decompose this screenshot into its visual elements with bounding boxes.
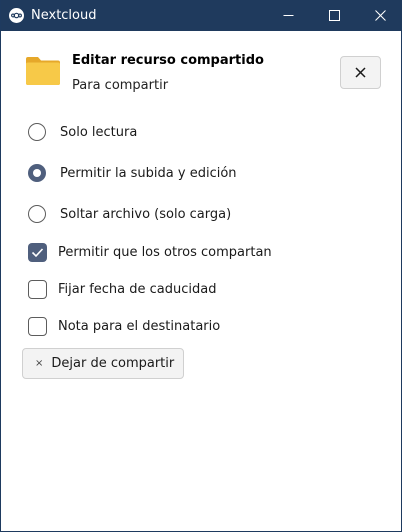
share-dialog-window: Nextcloud Editar recurso compartido Para… (0, 0, 402, 532)
dialog-title: Editar recurso compartido (72, 53, 264, 68)
allow-resharing-option[interactable]: Permitir que los otros compartan (28, 241, 272, 263)
permission-option-label: Soltar archivo (solo carga) (60, 206, 232, 222)
checkbox-label: Permitir que los otros compartan (58, 244, 272, 260)
recipient-note-option[interactable]: Nota para el destinatario (28, 315, 220, 337)
close-icon (355, 67, 366, 78)
folder-icon (25, 54, 61, 86)
nextcloud-logo-icon (9, 8, 24, 23)
radio-button[interactable] (28, 123, 46, 141)
title-bar[interactable]: Nextcloud (1, 0, 402, 31)
permission-option-upload-edit[interactable]: Permitir la subida y edición (28, 162, 237, 184)
radio-button-selected[interactable] (28, 164, 46, 182)
close-window-button[interactable] (357, 0, 402, 31)
permission-option-read-only[interactable]: Solo lectura (28, 121, 137, 143)
dialog-subtitle: Para compartir (72, 78, 169, 93)
minimize-icon (283, 15, 293, 16)
checkbox-checked[interactable] (28, 242, 47, 262)
radio-button[interactable] (28, 205, 46, 223)
maximize-button[interactable] (311, 0, 357, 31)
permission-option-label: Solo lectura (60, 124, 138, 140)
checkbox[interactable] (28, 316, 47, 336)
close-icon: × (35, 357, 44, 369)
checkbox-label: Fijar fecha de caducidad (58, 281, 217, 297)
checkbox-label: Nota para el destinatario (58, 318, 221, 334)
unshare-button-label: Dejar de compartir (51, 356, 175, 371)
minimize-button[interactable] (265, 0, 311, 31)
permission-option-file-drop[interactable]: Soltar archivo (solo carga) (28, 203, 231, 225)
checkmark-icon (31, 247, 44, 257)
dialog-close-button[interactable] (340, 56, 381, 89)
window-title: Nextcloud (31, 8, 97, 23)
maximize-icon (328, 10, 340, 21)
expiration-date-option[interactable]: Fijar fecha de caducidad (28, 278, 216, 300)
unshare-button[interactable]: × Dejar de compartir (22, 348, 184, 379)
permission-option-label: Permitir la subida y edición (60, 165, 237, 181)
checkbox[interactable] (28, 279, 47, 299)
close-icon (374, 10, 386, 21)
